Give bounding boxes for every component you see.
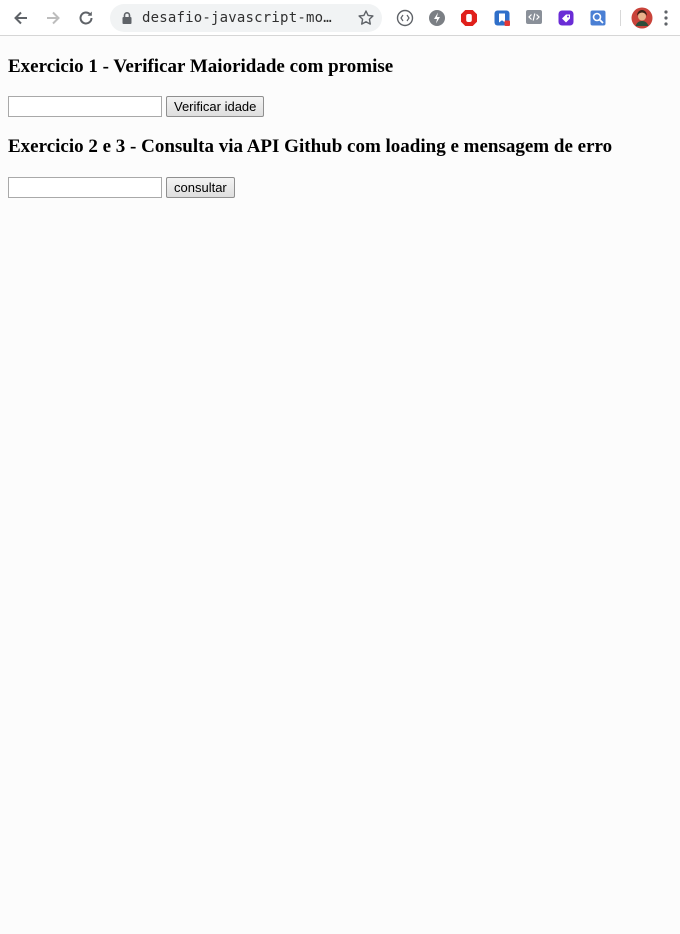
lock-icon xyxy=(122,12,132,24)
exercise2-heading: Exercicio 2 e 3 - Consulta via API Githu… xyxy=(8,136,613,157)
devtools-icon[interactable] xyxy=(524,8,544,28)
tag-icon[interactable] xyxy=(556,8,576,28)
kebab-menu-icon[interactable] xyxy=(660,8,672,28)
browser-toolbar: desafio-javascript-mo… xyxy=(0,0,680,36)
bolt-icon[interactable] xyxy=(427,8,447,28)
back-arrow-icon[interactable] xyxy=(9,6,33,30)
stop-hand-icon[interactable] xyxy=(459,8,479,28)
bookmark-icon[interactable] xyxy=(492,8,512,28)
age-input[interactable] xyxy=(8,96,162,117)
bookmark-star-icon[interactable] xyxy=(356,8,376,28)
reload-icon[interactable] xyxy=(74,6,98,30)
github-user-input[interactable] xyxy=(8,177,162,198)
forward-arrow-icon[interactable] xyxy=(41,6,65,30)
url-text: desafio-javascript-mo… xyxy=(142,10,332,26)
code-bracket-icon[interactable] xyxy=(395,8,415,28)
verify-age-button[interactable]: Verificar idade xyxy=(166,96,265,117)
exercise1-heading: Exercicio 1 - Verificar Maioridade com p… xyxy=(8,56,394,77)
profile-avatar[interactable] xyxy=(631,7,653,29)
address-bar[interactable]: desafio-javascript-mo… xyxy=(110,4,382,32)
toolbar-divider xyxy=(620,10,621,26)
consult-button[interactable]: consultar xyxy=(166,177,235,198)
search-icon[interactable] xyxy=(588,8,608,28)
